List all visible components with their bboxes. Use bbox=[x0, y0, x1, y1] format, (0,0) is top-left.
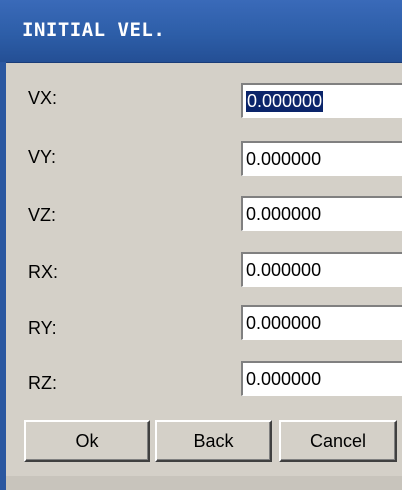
window-left-border bbox=[0, 62, 6, 490]
ry-label: RY: bbox=[28, 318, 57, 338]
rx-input[interactable]: 0.000000 bbox=[241, 252, 402, 287]
rz-input[interactable]: 0.000000 bbox=[241, 361, 402, 396]
dialog-title: INITIAL VEL. bbox=[22, 19, 166, 41]
vx-input[interactable]: 0.000000 bbox=[241, 83, 402, 118]
window-bottom-border bbox=[0, 476, 402, 490]
vx-value: 0.000000 bbox=[246, 91, 324, 112]
rz-label: RZ: bbox=[28, 373, 57, 393]
vz-label: VZ: bbox=[28, 205, 57, 225]
rx-value: 0.000000 bbox=[246, 260, 322, 280]
cancel-button[interactable]: Cancel bbox=[279, 420, 397, 462]
ry-input[interactable]: 0.000000 bbox=[241, 305, 402, 340]
vy-value: 0.000000 bbox=[246, 149, 322, 169]
vy-label: VY: bbox=[28, 147, 57, 167]
vz-value: 0.000000 bbox=[246, 204, 322, 224]
vx-label: VX: bbox=[28, 88, 58, 108]
ok-button[interactable]: Ok bbox=[24, 420, 150, 462]
vy-input[interactable]: 0.000000 bbox=[241, 141, 402, 176]
ry-value: 0.000000 bbox=[246, 313, 322, 333]
vz-input[interactable]: 0.000000 bbox=[241, 196, 402, 231]
rz-value: 0.000000 bbox=[246, 369, 322, 389]
back-button[interactable]: Back bbox=[155, 420, 272, 462]
initial-velocity-dialog: INITIAL VEL. VX: 0.000000 VY: 0.000000 V… bbox=[0, 0, 402, 490]
rx-label: RX: bbox=[28, 262, 59, 282]
title-bar[interactable]: INITIAL VEL. bbox=[0, 0, 402, 63]
